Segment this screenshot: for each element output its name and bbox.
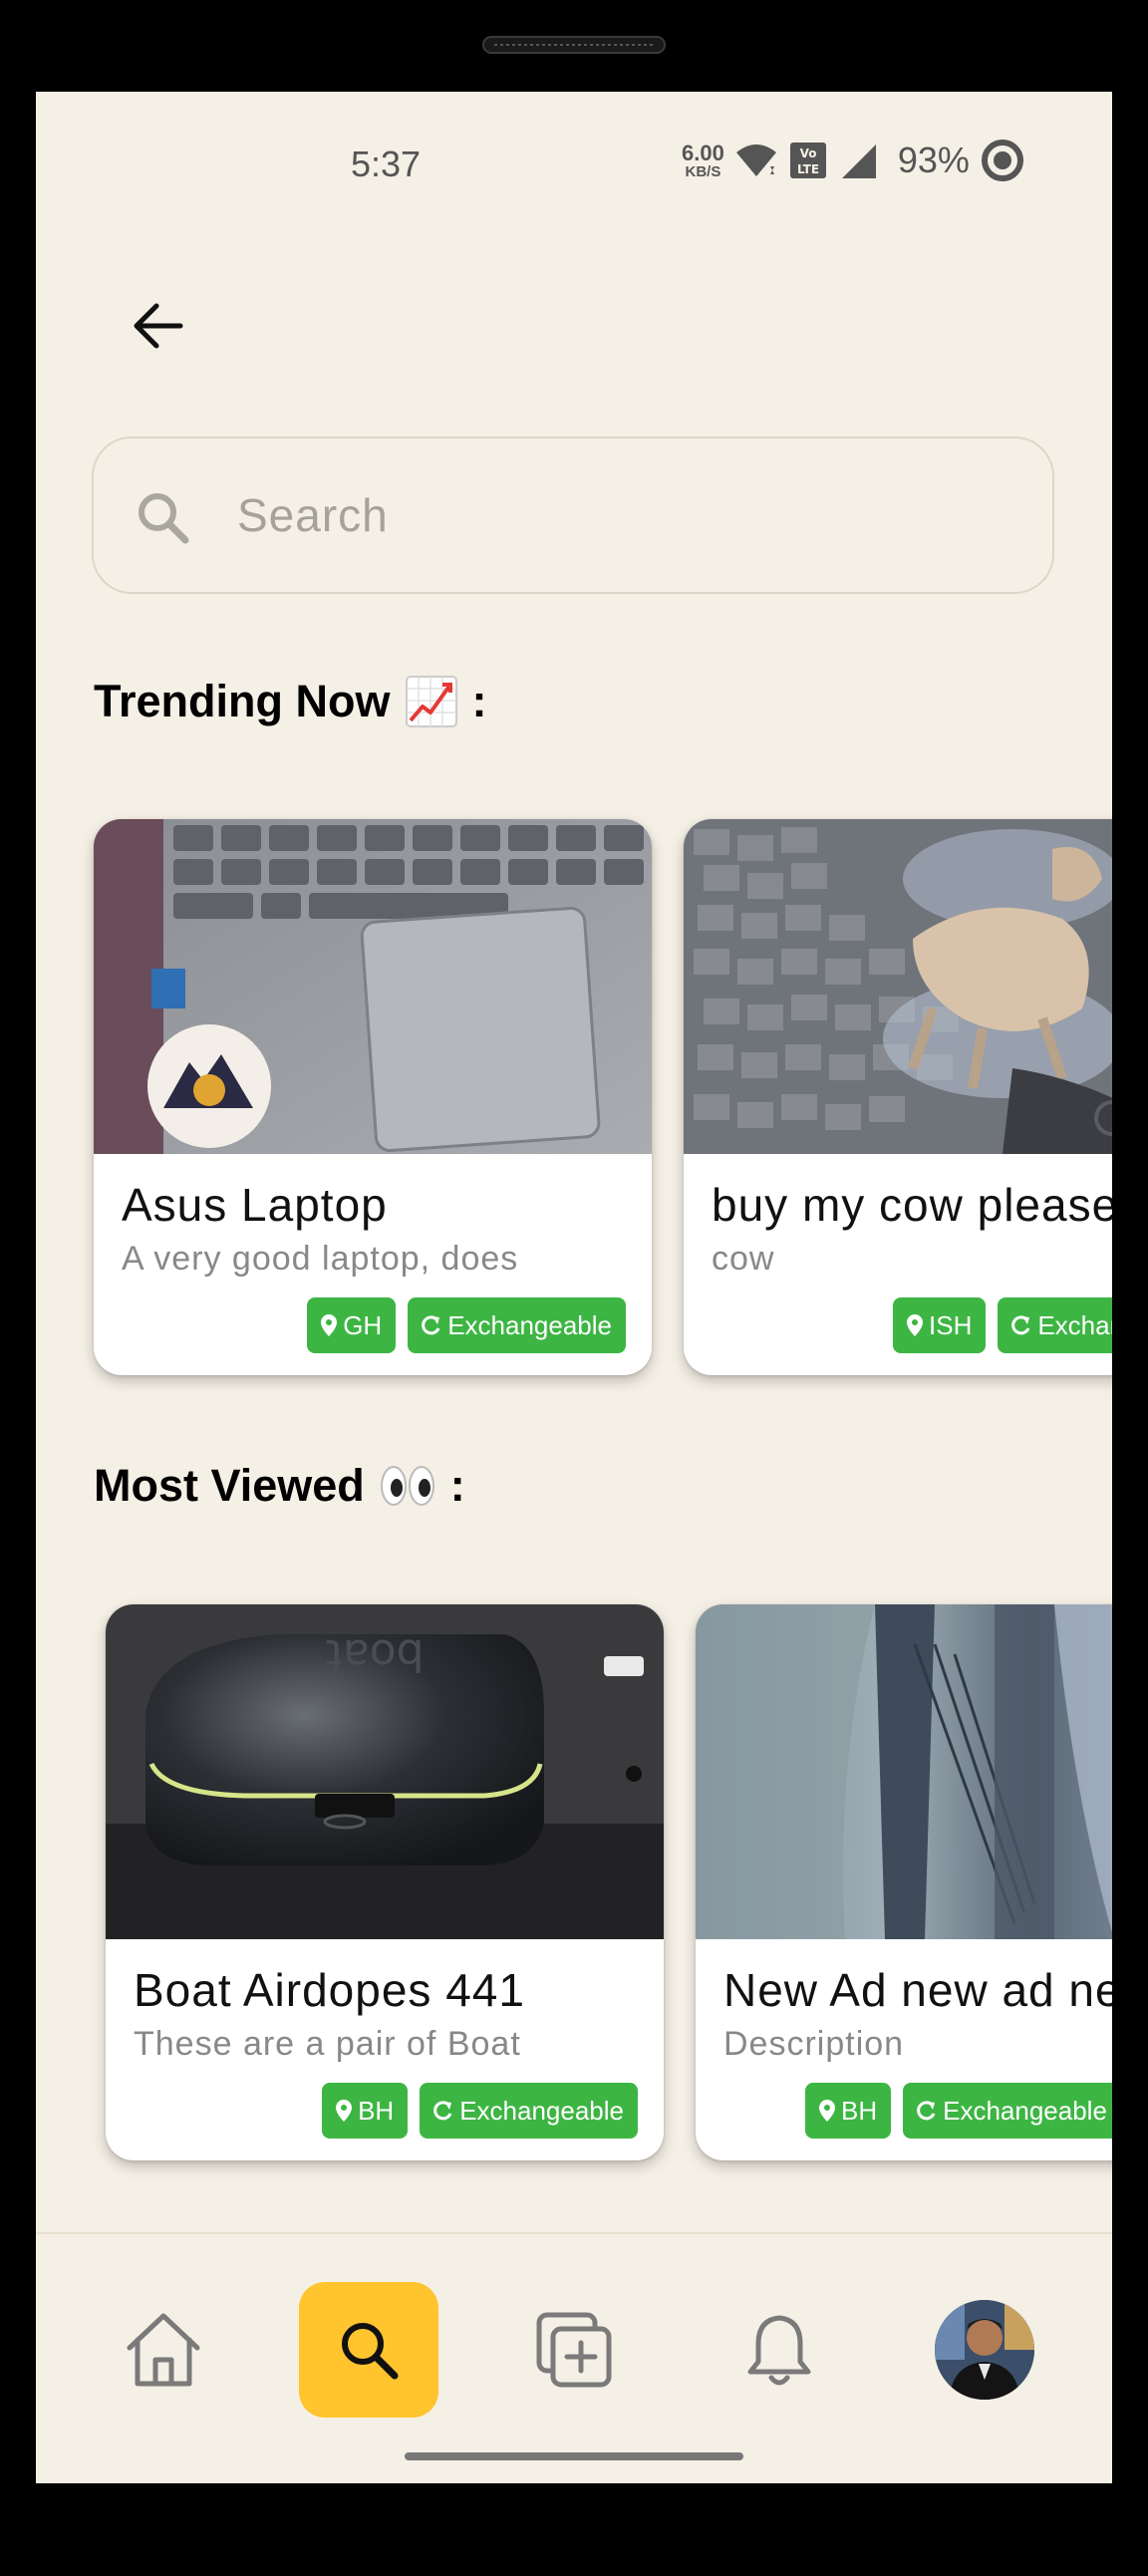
card-title: Asus Laptop [122, 1179, 388, 1231]
map-pin-icon [907, 1314, 923, 1336]
card-description: These are a pair of Boat [134, 2025, 521, 2063]
exchange-label: Exchangeable [1037, 1309, 1112, 1340]
location-label: BH [841, 2095, 878, 2126]
net-speed: 6.00 KB/S [682, 140, 724, 180]
map-pin-icon [336, 2100, 353, 2122]
trending-title: Trending Now [94, 676, 391, 726]
location-label: ISH [929, 1309, 973, 1340]
exchange-tag: Exchangeable [408, 1297, 626, 1353]
most-viewed-heading: Most Viewed : [94, 1460, 465, 1512]
trending-colon: : [471, 676, 487, 726]
svg-text:boat: boat [325, 1629, 424, 1680]
card-description: A very good laptop, does [122, 1240, 519, 1278]
nav-add-post[interactable] [504, 2282, 644, 2418]
card-description: cow [712, 1240, 775, 1278]
bell-icon [747, 2315, 811, 2386]
exchange-label: Exchangeable [943, 2095, 1107, 2126]
card-title: New Ad new ad new [723, 1964, 1112, 2016]
svg-text:LTE: LTE [797, 162, 819, 176]
trending-card-1[interactable]: Asus Laptop A very good laptop, does GH … [94, 819, 652, 1375]
card-tags: BH Exchangeable [322, 2083, 638, 2139]
most-viewed-card-1[interactable]: boat Boat Airdopes 441 These are a pair … [106, 1604, 664, 2160]
volte-icon: Vo LTE [789, 143, 826, 178]
svg-text:Vo: Vo [799, 146, 816, 160]
battery-ring-icon [981, 140, 1023, 181]
most-viewed-title: Most Viewed [94, 1460, 365, 1511]
refresh-icon [433, 2101, 452, 2121]
home-indicator[interactable] [405, 2452, 743, 2460]
card-tags: GH Exchangeable [307, 1297, 626, 1353]
add-post-icon [536, 2312, 612, 2388]
status-icons: 6.00 KB/S Vo LTE 93% [682, 136, 1025, 185]
phone-frame: 5:37 6.00 KB/S Vo LTE 93% Trending Now [0, 0, 1148, 2576]
nav-home[interactable] [94, 2282, 233, 2418]
card-tags: BH Exchangeable [805, 2083, 1112, 2139]
location-label: BH [358, 2095, 395, 2126]
most-viewed-colon: : [449, 1460, 465, 1511]
product-image: boat [106, 1604, 664, 1939]
trending-card-2[interactable]: buy my cow please cow ISH Exchangeable [684, 819, 1112, 1375]
refresh-icon [917, 2101, 936, 2121]
product-image [684, 819, 1112, 1154]
nav-search[interactable] [299, 2282, 438, 2418]
exchange-tag: Exchangeable [420, 2083, 638, 2139]
eyes-emoji [379, 1464, 436, 1508]
search-input[interactable] [237, 480, 995, 550]
card-tags: ISH Exchangeable [893, 1297, 1112, 1353]
home-icon [127, 2313, 200, 2387]
card-title: buy my cow please [712, 1179, 1112, 1231]
status-time: 5:37 [351, 143, 422, 184]
most-viewed-card-2[interactable]: New Ad new ad new Description BH Exchang… [696, 1604, 1112, 2160]
location-tag: BH [805, 2083, 892, 2139]
card-title: Boat Airdopes 441 [134, 1964, 525, 2016]
nav-profile[interactable] [915, 2282, 1054, 2418]
location-label: GH [343, 1309, 383, 1340]
product-image [696, 1604, 1112, 1939]
refresh-icon [422, 1315, 440, 1335]
bottom-nav [36, 2232, 1112, 2483]
exchange-tag: Exchangeable [903, 2083, 1112, 2139]
exchange-label: Exchangeable [447, 1309, 612, 1340]
map-pin-icon [819, 2100, 835, 2122]
chart-increasing-emoji [405, 675, 458, 728]
card-description: Description [723, 2025, 905, 2063]
trending-heading: Trending Now : [94, 675, 487, 728]
exchange-label: Exchangeable [459, 2095, 624, 2126]
signal-icon [841, 144, 876, 178]
search-icon [342, 2323, 399, 2380]
back-button[interactable] [124, 291, 193, 361]
refresh-icon [1011, 1315, 1030, 1335]
net-speed-value: 6.00 [682, 140, 724, 165]
battery-percent: 93% [897, 140, 970, 180]
earpiece-speaker [482, 36, 666, 54]
net-speed-unit: KB/S [685, 162, 721, 180]
exchange-tag: Exchangeable [998, 1297, 1112, 1353]
avatar [935, 2300, 1034, 2400]
location-tag: GH [307, 1297, 397, 1353]
product-image [94, 819, 652, 1154]
search-icon [139, 493, 189, 544]
arrow-left-icon [134, 303, 183, 349]
search-bar[interactable] [92, 436, 1054, 594]
app-screen: 5:37 6.00 KB/S Vo LTE 93% Trending Now [36, 92, 1112, 2483]
nav-notifications[interactable] [710, 2282, 849, 2418]
location-tag: ISH [893, 1297, 987, 1353]
location-tag: BH [322, 2083, 409, 2139]
wifi-icon [735, 144, 776, 176]
map-pin-icon [321, 1314, 338, 1336]
